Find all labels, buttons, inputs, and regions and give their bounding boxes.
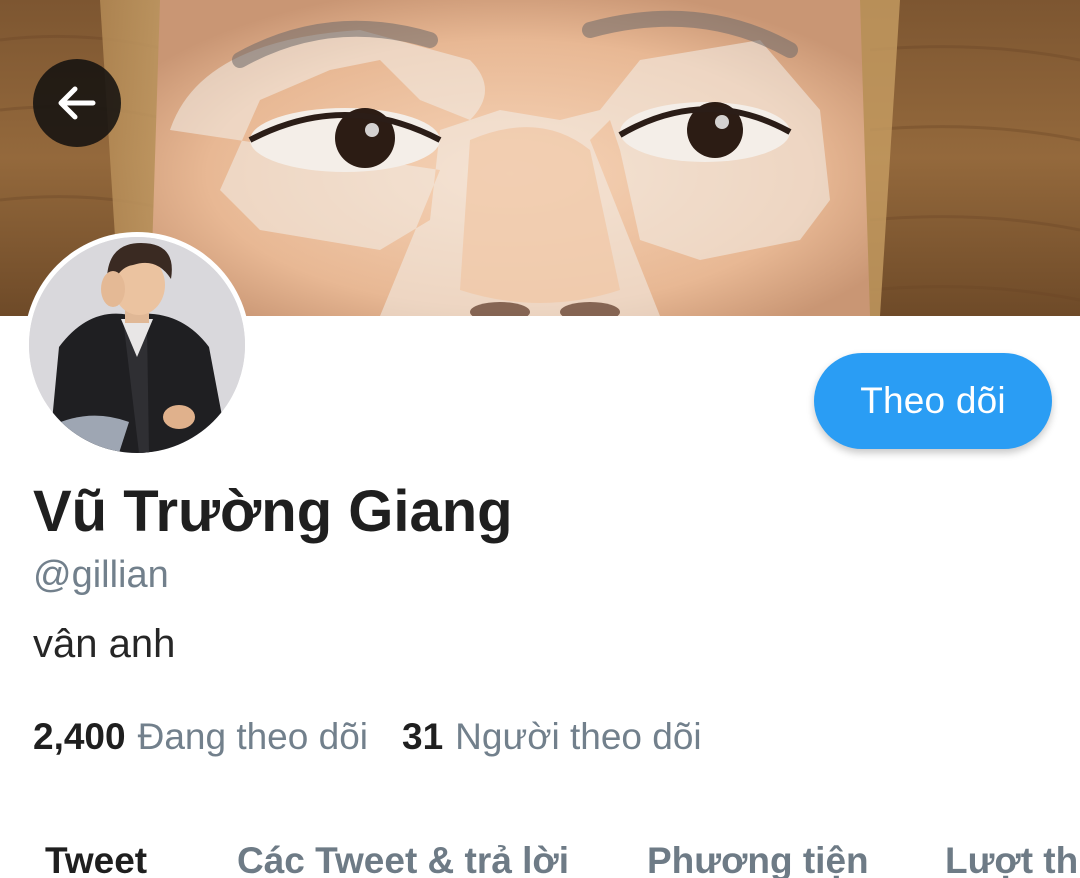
arrow-left-icon [53,79,101,127]
avatar[interactable] [24,232,250,458]
follow-button[interactable]: Theo dõi [814,353,1052,449]
user-handle: @gillian [33,554,169,596]
user-bio: vân anh [33,622,176,666]
following-stat[interactable]: 2,400 Đang theo dõi [33,716,368,758]
profile-tabs: Tweet Các Tweet & trả lời Phương tiện Lư… [0,838,1080,878]
followers-count: 31 [402,716,444,757]
following-count: 2,400 [33,716,126,757]
followers-label: Người theo dõi [455,716,702,757]
back-button[interactable] [33,59,121,147]
following-label: Đang theo dõi [137,716,368,757]
tab-likes[interactable]: Lượt thích [945,840,1080,878]
tab-tweets-replies[interactable]: Các Tweet & trả lời [237,840,569,878]
tab-media[interactable]: Phương tiện [647,840,869,878]
profile-screen: Theo dõi Vũ Trường Giang @gillian vân an… [0,0,1080,878]
display-name: Vũ Trường Giang [33,479,513,544]
tab-tweets[interactable]: Tweet [45,840,147,878]
followers-stat[interactable]: 31 Người theo dõi [402,716,702,758]
avatar-photo [29,237,245,453]
follow-stats: 2,400 Đang theo dõi 31 Người theo dõi [33,716,702,758]
